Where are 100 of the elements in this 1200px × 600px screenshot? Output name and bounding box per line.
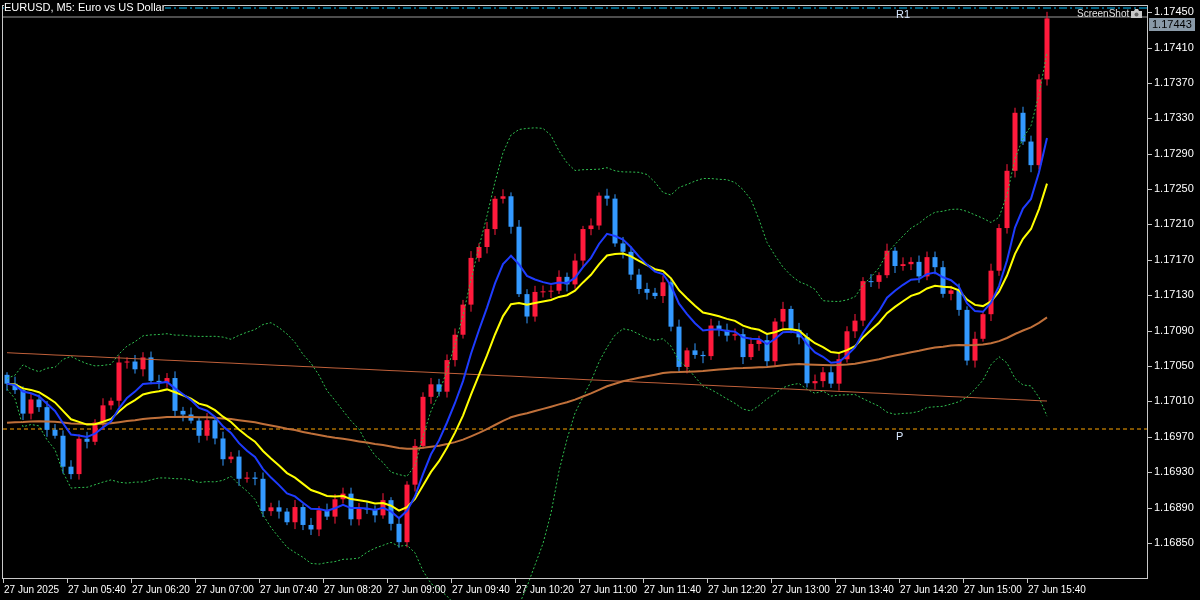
candlestick (52, 423, 58, 440)
candlestick (876, 271, 882, 290)
time-axis-label: 27 Jun 08:20 (324, 583, 382, 596)
candlestick (764, 332, 770, 367)
candlestick (108, 397, 114, 411)
candlestick (1028, 135, 1034, 173)
candlestick (420, 391, 426, 450)
candlestick (156, 374, 162, 390)
candlestick (372, 504, 378, 523)
candlestick (604, 188, 610, 207)
candlestick (916, 255, 922, 284)
candlestick (812, 374, 818, 390)
candlestick (956, 283, 962, 317)
candlestick (172, 370, 178, 417)
candlestick (1004, 163, 1010, 235)
candlestick (980, 310, 986, 343)
candlestick (660, 275, 666, 304)
candlestick (628, 245, 634, 281)
price-axis-label: 1.17130 (1154, 289, 1194, 301)
candlestick (924, 251, 930, 281)
candlestick (780, 301, 786, 329)
time-axis-label: 27 Jun 11:00 (580, 583, 638, 596)
candlestick (412, 438, 418, 492)
price-axis-label: 1.17170 (1154, 253, 1194, 265)
candlestick (836, 352, 842, 392)
candlestick (892, 246, 898, 274)
candlestick (868, 273, 874, 288)
pivot-level-label: P (896, 430, 904, 443)
candlestick (148, 351, 154, 385)
candlestick (580, 225, 586, 268)
candlestick (700, 350, 706, 364)
candlestick (340, 487, 346, 505)
candlestick (716, 320, 722, 337)
candlestick (804, 332, 810, 389)
candlestick (348, 487, 354, 526)
candlestick (756, 335, 762, 352)
time-axis-label: 27 Jun 10:20 (516, 583, 574, 596)
candlestick (20, 385, 26, 421)
candlestick (820, 366, 826, 388)
candlestick (684, 347, 690, 374)
candlestick (268, 502, 274, 517)
candlestick (644, 282, 650, 301)
price-axis-label: 1.17090 (1154, 324, 1194, 336)
price-axis-label: 1.17250 (1154, 183, 1194, 195)
candlestick (124, 356, 130, 370)
candlestick (428, 377, 434, 405)
candlestick (948, 285, 954, 301)
candlestick (852, 313, 858, 339)
time-axis-label: 27 Jun 09:40 (452, 583, 510, 596)
candlestick (652, 287, 658, 300)
candlestick (308, 517, 314, 536)
price-axis-label: 1.17290 (1154, 147, 1194, 159)
candlestick (236, 449, 242, 487)
indicator-label: ScreenShot (1077, 8, 1130, 20)
price-axis-label: 1.17450 (1154, 6, 1194, 18)
candlestick (884, 243, 890, 279)
candlestick (316, 505, 322, 537)
time-axis-label: 27 Jun 05:40 (68, 583, 126, 596)
candlestick (908, 256, 914, 271)
candlestick (252, 471, 258, 486)
candlestick (188, 407, 194, 425)
candlestick (220, 431, 226, 467)
candlestick (556, 269, 562, 295)
candlestick (84, 431, 90, 449)
candlestick (140, 351, 146, 377)
candlestick (564, 272, 570, 292)
candlestick (404, 480, 410, 548)
candlestick (524, 288, 530, 324)
candlestick (940, 260, 946, 299)
candlestick (1012, 107, 1018, 178)
candlestick (828, 365, 834, 389)
candlestick (388, 496, 394, 531)
candlestick (196, 417, 202, 444)
candlestick (748, 337, 754, 361)
candlestick (364, 501, 370, 515)
time-axis-label: 27 Jun 09:00 (388, 583, 446, 596)
candlestick (292, 499, 298, 530)
candlestick (396, 516, 402, 549)
candlestick (596, 191, 602, 231)
candlestick (1020, 106, 1026, 146)
candlestick (436, 378, 442, 397)
candlestick (468, 250, 474, 313)
candlestick (988, 263, 994, 322)
candlestick (964, 305, 970, 366)
price-axis-label: 1.16930 (1154, 466, 1194, 478)
candlestick (532, 285, 538, 323)
candlestick (508, 191, 514, 235)
price-axis-label: 1.17050 (1154, 360, 1194, 371)
time-axis-label: 27 Jun 11:40 (644, 583, 702, 596)
resistance-level-label: R1 (896, 8, 911, 21)
candlestick (844, 325, 850, 364)
candlestick (796, 322, 802, 345)
candlestick (380, 492, 386, 520)
candlestick (284, 507, 290, 526)
candlestick (100, 397, 106, 431)
time-axis-label: 27 Jun 2025 (4, 583, 60, 596)
candlestick (300, 503, 306, 531)
candlestick (332, 493, 338, 525)
time-axis-label: 27 Jun 12:20 (708, 583, 766, 596)
time-axis-label: 27 Jun 13:40 (836, 583, 894, 596)
